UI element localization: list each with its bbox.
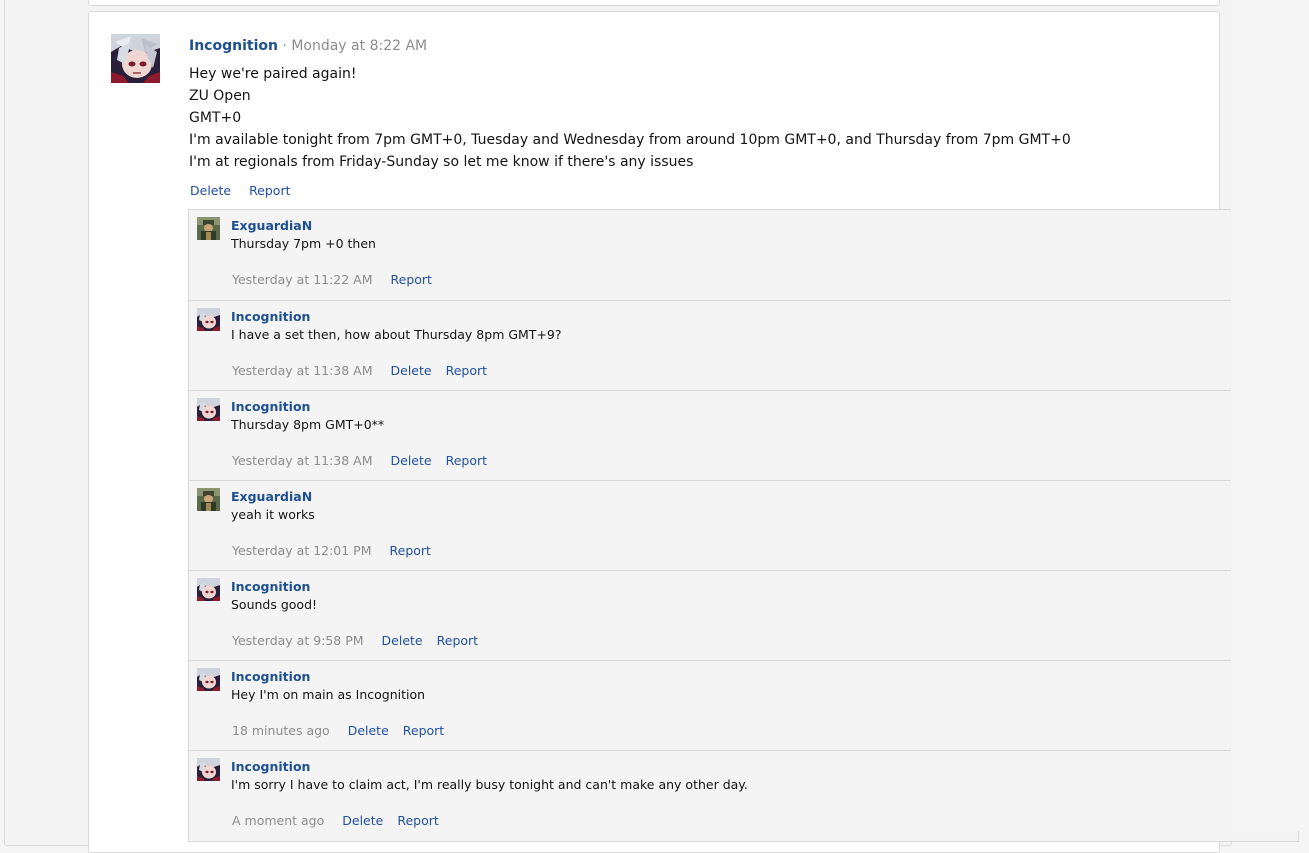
profile-post-card: Incognition · Monday at 8:22 AM Hey we'r…	[88, 11, 1299, 853]
post-body: Hey we're paired again! ZU Open GMT+0 I'…	[189, 63, 1071, 173]
anime-avatar-icon[interactable]	[197, 668, 220, 691]
comment-author-link[interactable]: Incognition	[231, 668, 310, 685]
comment-text: I have a set then, how about Thursday 8p…	[231, 327, 562, 342]
comment-item: Incognition I have a set then, how about…	[189, 301, 1298, 391]
soldier-avatar-icon[interactable]	[197, 488, 220, 511]
post-line: I'm at regionals from Friday-Sunday so l…	[189, 154, 694, 170]
comment-item: Incognition I'm sorry I have to claim ac…	[189, 751, 1298, 842]
page-background-right	[1231, 0, 1309, 831]
post-line: GMT+0	[189, 110, 242, 126]
report-comment-link[interactable]: Report	[437, 633, 478, 648]
comment-text: yeah it works	[231, 507, 315, 522]
comment-author-link[interactable]: Incognition	[231, 308, 310, 325]
comment-text: Thursday 8pm GMT+0**	[231, 417, 385, 432]
report-comment-link[interactable]: Report	[446, 363, 487, 378]
comment-timestamp[interactable]: A moment ago	[232, 813, 324, 828]
report-comment-link[interactable]: Report	[390, 543, 431, 558]
delete-post-link[interactable]: Delete	[190, 183, 231, 198]
report-post-link[interactable]: Report	[249, 183, 290, 198]
comment-text: Thursday 7pm +0 then	[231, 236, 376, 251]
comment-text: Hey I'm on main as Incognition	[231, 687, 426, 702]
report-comment-link[interactable]: Report	[391, 272, 432, 287]
report-comment-link[interactable]: Report	[397, 813, 438, 828]
report-comment-link[interactable]: Report	[446, 453, 487, 468]
comment-meta: Yesterday at 11:22 AM Report	[232, 271, 446, 288]
comment-text: Sounds good!	[231, 597, 318, 612]
comment-meta: Yesterday at 12:01 PM Report	[232, 542, 445, 559]
comment-meta: A moment ago Delete Report	[232, 812, 453, 829]
header-separator: ·	[282, 38, 287, 54]
comment-list: ExguardiaN Thursday 7pm +0 then Yesterda…	[188, 209, 1299, 842]
comment-text: I'm sorry I have to claim act, I'm reall…	[231, 777, 748, 792]
comment-timestamp[interactable]: Yesterday at 9:58 PM	[232, 633, 364, 648]
comment-author-link[interactable]: Incognition	[231, 758, 310, 775]
comment-item: ExguardiaN yeah it works Yesterday at 12…	[189, 481, 1298, 571]
delete-comment-link[interactable]: Delete	[342, 813, 383, 828]
post-line: I'm available tonight from 7pm GMT+0, Tu…	[189, 132, 1071, 148]
comment-author-link[interactable]: Incognition	[231, 398, 310, 415]
comment-timestamp[interactable]: 18 minutes ago	[232, 723, 330, 738]
comment-item: Incognition Sounds good! Yesterday at 9:…	[189, 571, 1298, 661]
comment-timestamp[interactable]: Yesterday at 11:38 AM	[232, 363, 373, 378]
post-line: ZU Open	[189, 88, 251, 104]
anime-avatar-icon[interactable]	[111, 34, 160, 83]
post-header: Incognition · Monday at 8:22 AM	[189, 36, 427, 56]
post-line: Hey we're paired again!	[189, 66, 357, 82]
comment-author-link[interactable]: ExguardiaN	[231, 488, 312, 505]
post-author-link[interactable]: Incognition	[189, 38, 278, 54]
anime-avatar-icon[interactable]	[197, 308, 220, 331]
post-timestamp[interactable]: Monday at 8:22 AM	[291, 38, 427, 54]
post-actions: Delete Report	[190, 182, 305, 199]
comment-meta: 18 minutes ago Delete Report	[232, 722, 458, 739]
comment-meta: Yesterday at 11:38 AM Delete Report	[232, 452, 501, 469]
comment-meta: Yesterday at 9:58 PM Delete Report	[232, 632, 492, 649]
comment-meta: Yesterday at 11:38 AM Delete Report	[232, 362, 501, 379]
delete-comment-link[interactable]: Delete	[382, 633, 423, 648]
comment-item: ExguardiaN Thursday 7pm +0 then Yesterda…	[189, 210, 1298, 301]
comment-author-link[interactable]: ExguardiaN	[231, 217, 312, 234]
delete-comment-link[interactable]: Delete	[391, 363, 432, 378]
delete-comment-link[interactable]: Delete	[348, 723, 389, 738]
soldier-avatar-icon[interactable]	[197, 217, 220, 240]
report-comment-link[interactable]: Report	[403, 723, 444, 738]
anime-avatar-icon[interactable]	[197, 398, 220, 421]
previous-post-card	[88, 0, 1220, 6]
comment-item: Incognition Thursday 8pm GMT+0** Yesterd…	[189, 391, 1298, 481]
comment-timestamp[interactable]: Yesterday at 11:22 AM	[232, 272, 373, 287]
comment-author-link[interactable]: Incognition	[231, 578, 310, 595]
anime-avatar-icon[interactable]	[197, 758, 220, 781]
comment-item: Incognition Hey I'm on main as Incogniti…	[189, 661, 1298, 751]
comment-timestamp[interactable]: Yesterday at 12:01 PM	[232, 543, 372, 558]
anime-avatar-icon[interactable]	[197, 578, 220, 601]
delete-comment-link[interactable]: Delete	[391, 453, 432, 468]
comment-timestamp[interactable]: Yesterday at 11:38 AM	[232, 453, 373, 468]
